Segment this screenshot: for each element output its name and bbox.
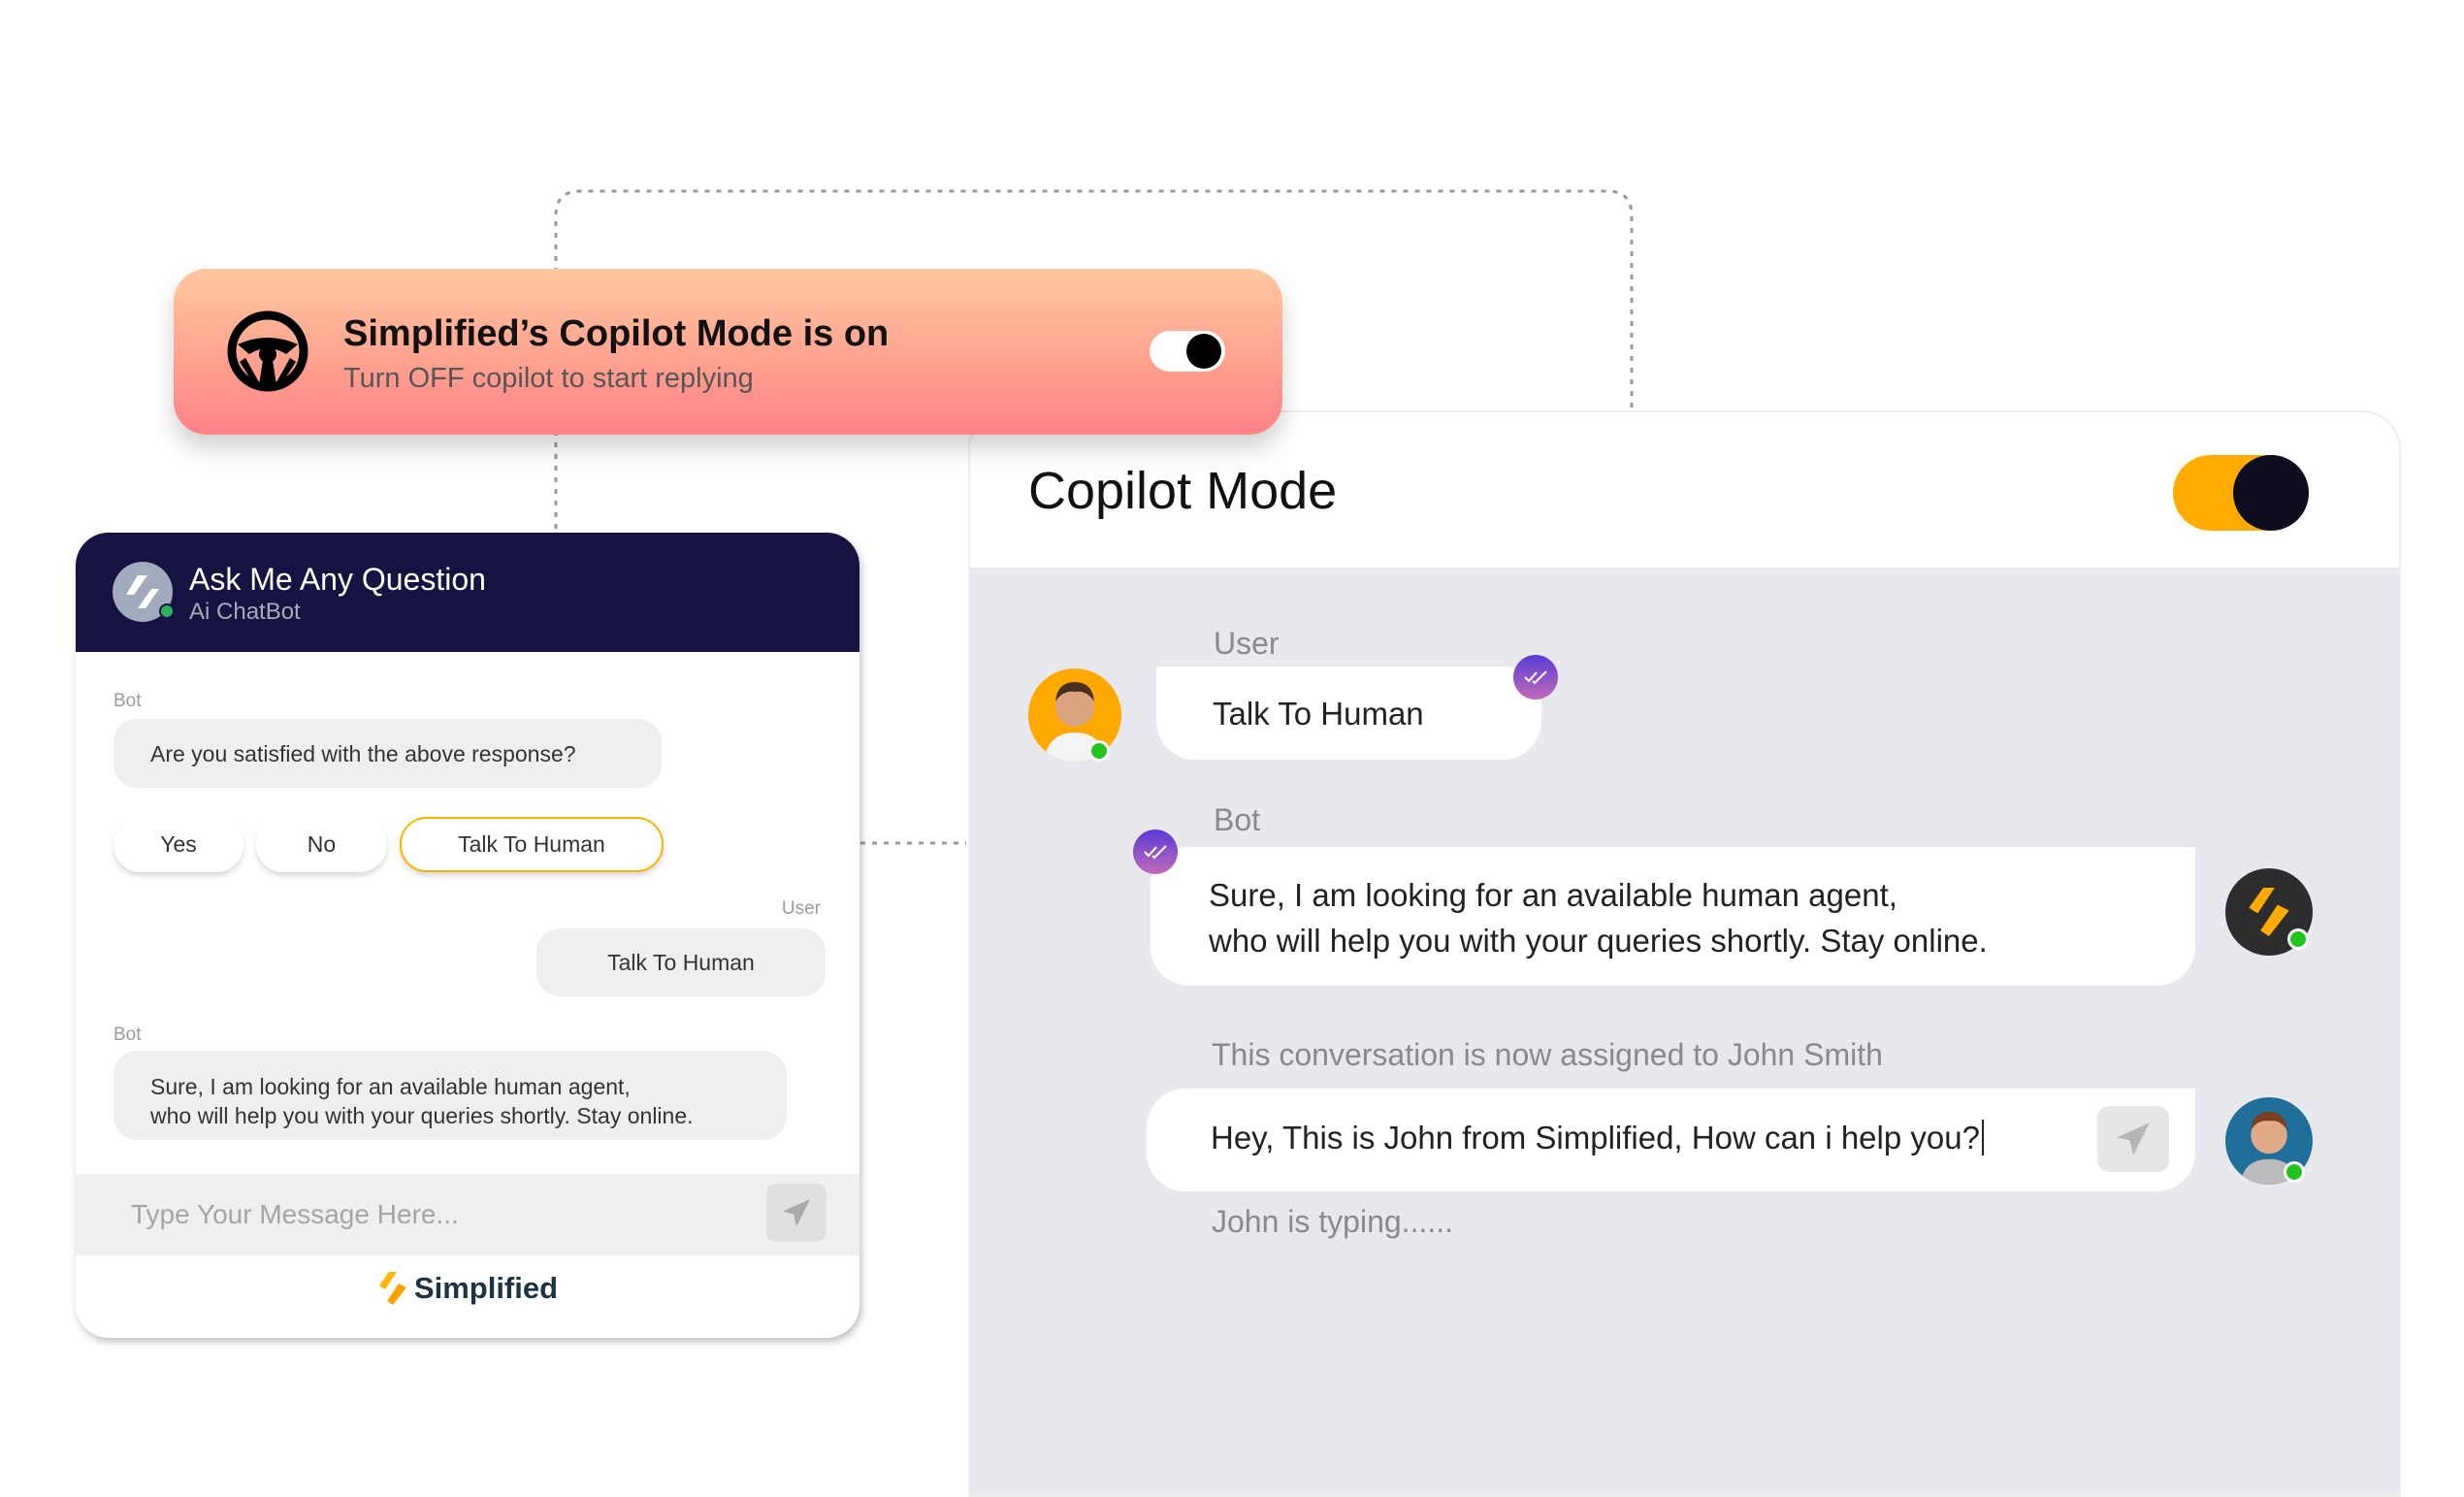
agent-reply-value[interactable]: Hey, This is John from Simplified, How c…: [1211, 1120, 1980, 1155]
banner-subtitle: Turn OFF copilot to start replying: [343, 363, 754, 394]
read-receipt-icon: [1133, 830, 1178, 874]
user-message: Talk To Human: [536, 928, 826, 996]
panel-header: Copilot Mode: [970, 412, 2399, 568]
widget-header: Ask Me Any Question Ai ChatBot: [76, 533, 859, 652]
message-line: Sure, I am looking for an available huma…: [150, 1074, 631, 1099]
banner-title: Simplified’s Copilot Mode is on: [343, 313, 890, 354]
copilot-panel: Copilot Mode User Talk To Human Bot Sure…: [968, 410, 2401, 1497]
simplified-logo-icon: [2249, 887, 2289, 937]
toggle-knob: [2233, 455, 2309, 531]
bot-message: Sure, I am looking for an available huma…: [1151, 847, 2195, 986]
toggle-knob: [1186, 334, 1221, 369]
widget-title: Ask Me Any Question: [189, 562, 486, 597]
panel-title: Copilot Mode: [1028, 462, 1338, 520]
send-button[interactable]: [766, 1184, 827, 1242]
simplified-logo-icon: [378, 1272, 406, 1305]
agent-reply-input[interactable]: Hey, This is John from Simplified, How c…: [1147, 1089, 2195, 1191]
copilot-mode-toggle[interactable]: [2173, 455, 2309, 531]
quick-reply-no[interactable]: No: [256, 817, 387, 872]
quick-reply-yes[interactable]: Yes: [113, 817, 243, 872]
read-receipt-icon: [1513, 655, 1558, 700]
message-input[interactable]: Type Your Message Here...: [131, 1199, 459, 1230]
online-indicator: [2284, 1161, 2305, 1183]
online-indicator: [1088, 740, 1110, 762]
message-input-bar[interactable]: Type Your Message Here...: [76, 1174, 859, 1255]
online-indicator: [159, 603, 175, 619]
bot-label: Bot: [1214, 802, 1261, 837]
sender-label: User: [781, 898, 821, 919]
sender-label: Bot: [113, 691, 142, 711]
user-message: Talk To Human: [1156, 667, 1541, 760]
online-indicator: [2287, 928, 2309, 950]
brand-footer: Simplified: [76, 1270, 859, 1307]
send-button[interactable]: [2097, 1106, 2169, 1172]
brand-name: Simplified: [413, 1271, 559, 1305]
text-cursor: [1981, 1120, 1984, 1155]
bot-message: Are you satisfied with the above respons…: [113, 719, 662, 788]
send-icon: [2117, 1123, 2150, 1155]
assigned-notice: This conversation is now assigned to Joh…: [1212, 1037, 1883, 1072]
message-line: Sure, I am looking for an available huma…: [1209, 877, 1897, 913]
message-line: who will help you with your queries shor…: [1209, 923, 1988, 959]
message-line: who will help you with your queries shor…: [150, 1103, 694, 1128]
steering-wheel-icon: [227, 310, 308, 392]
send-icon: [782, 1198, 811, 1227]
copilot-banner: Simplified’s Copilot Mode is on Turn OFF…: [174, 269, 1282, 435]
chatbot-widget: Ask Me Any Question Ai ChatBot Bot Are y…: [76, 533, 859, 1338]
copilot-toggle[interactable]: [1150, 331, 1225, 372]
quick-reply-talk-to-human[interactable]: Talk To Human: [400, 817, 664, 872]
bot-message: Sure, I am looking for an available huma…: [113, 1051, 787, 1140]
user-label: User: [1214, 626, 1280, 661]
sender-label: Bot: [113, 1025, 142, 1045]
widget-subtitle: Ai ChatBot: [189, 599, 301, 625]
typing-indicator: John is typing......: [1212, 1204, 1454, 1239]
